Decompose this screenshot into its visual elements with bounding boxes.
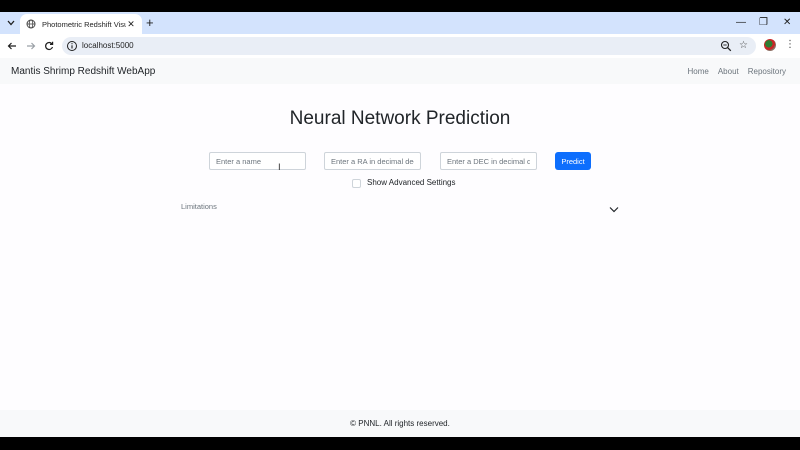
- back-button[interactable]: [5, 39, 19, 53]
- minimize-button[interactable]: —: [736, 16, 746, 30]
- browser-toolbar: localhost:5000 ☆: [0, 34, 800, 58]
- text-cursor-icon: I: [278, 163, 281, 173]
- browser-tab[interactable]: Photometric Redshift Visualization ✕: [20, 14, 142, 34]
- reload-icon: [45, 41, 54, 51]
- screen-top-border: [0, 0, 800, 12]
- new-tab-button[interactable]: +: [146, 16, 154, 30]
- globe-icon: [26, 19, 36, 29]
- nav-link-about[interactable]: About: [718, 66, 739, 77]
- bookmark-star-icon[interactable]: ☆: [739, 39, 748, 52]
- advanced-settings-checkbox[interactable]: [352, 178, 361, 188]
- footer-copyright: © PNNL. All rights reserved.: [350, 419, 450, 428]
- advanced-settings-label[interactable]: Show Advanced Settings: [367, 178, 456, 188]
- url-text[interactable]: localhost:5000: [82, 40, 134, 52]
- browser-tab-bar: Photometric Redshift Visualization ✕ + —…: [0, 12, 800, 34]
- arrow-right-icon: [27, 42, 36, 50]
- nav-link-repository[interactable]: Repository: [748, 66, 786, 77]
- predict-button[interactable]: Predict: [555, 152, 591, 170]
- tab-title: Photometric Redshift Visualization: [42, 19, 126, 29]
- window-close-button[interactable]: ✕: [783, 16, 791, 30]
- name-input[interactable]: [209, 152, 306, 170]
- screen-bottom-border: [0, 437, 800, 450]
- restore-button[interactable]: ❐: [759, 16, 768, 30]
- dec-input[interactable]: [440, 152, 537, 170]
- forward-button[interactable]: [24, 39, 38, 53]
- page-title: Neural Network Prediction: [289, 108, 511, 129]
- arrow-left-icon: [7, 42, 16, 50]
- app-brand[interactable]: Mantis Shrimp Redshift WebApp: [11, 65, 155, 78]
- advanced-settings-toggle[interactable]: Show Advanced Settings: [352, 178, 456, 188]
- address-bar[interactable]: localhost:5000 ☆: [62, 37, 756, 55]
- tab-list-button[interactable]: [3, 15, 19, 31]
- limitations-accordion-title[interactable]: Limitations: [181, 202, 217, 212]
- tab-close-icon[interactable]: ✕: [126, 19, 136, 30]
- page-footer: © PNNL. All rights reserved.: [0, 410, 800, 437]
- info-icon[interactable]: [66, 40, 78, 52]
- zoom-icon[interactable]: [720, 40, 732, 52]
- browser-menu-icon[interactable]: ⋮: [785, 39, 795, 51]
- app-navbar: Mantis Shrimp Redshift WebApp Home About…: [0, 58, 800, 84]
- profile-avatar[interactable]: [764, 39, 776, 51]
- reload-button[interactable]: [42, 39, 56, 53]
- chevron-down-icon[interactable]: [609, 206, 619, 213]
- nav-link-home[interactable]: Home: [688, 66, 709, 77]
- ra-input[interactable]: [324, 152, 421, 170]
- chevron-down-icon: [7, 20, 15, 26]
- web-page: Mantis Shrimp Redshift WebApp Home About…: [0, 58, 800, 437]
- nav-links: Home About Repository: [688, 66, 787, 77]
